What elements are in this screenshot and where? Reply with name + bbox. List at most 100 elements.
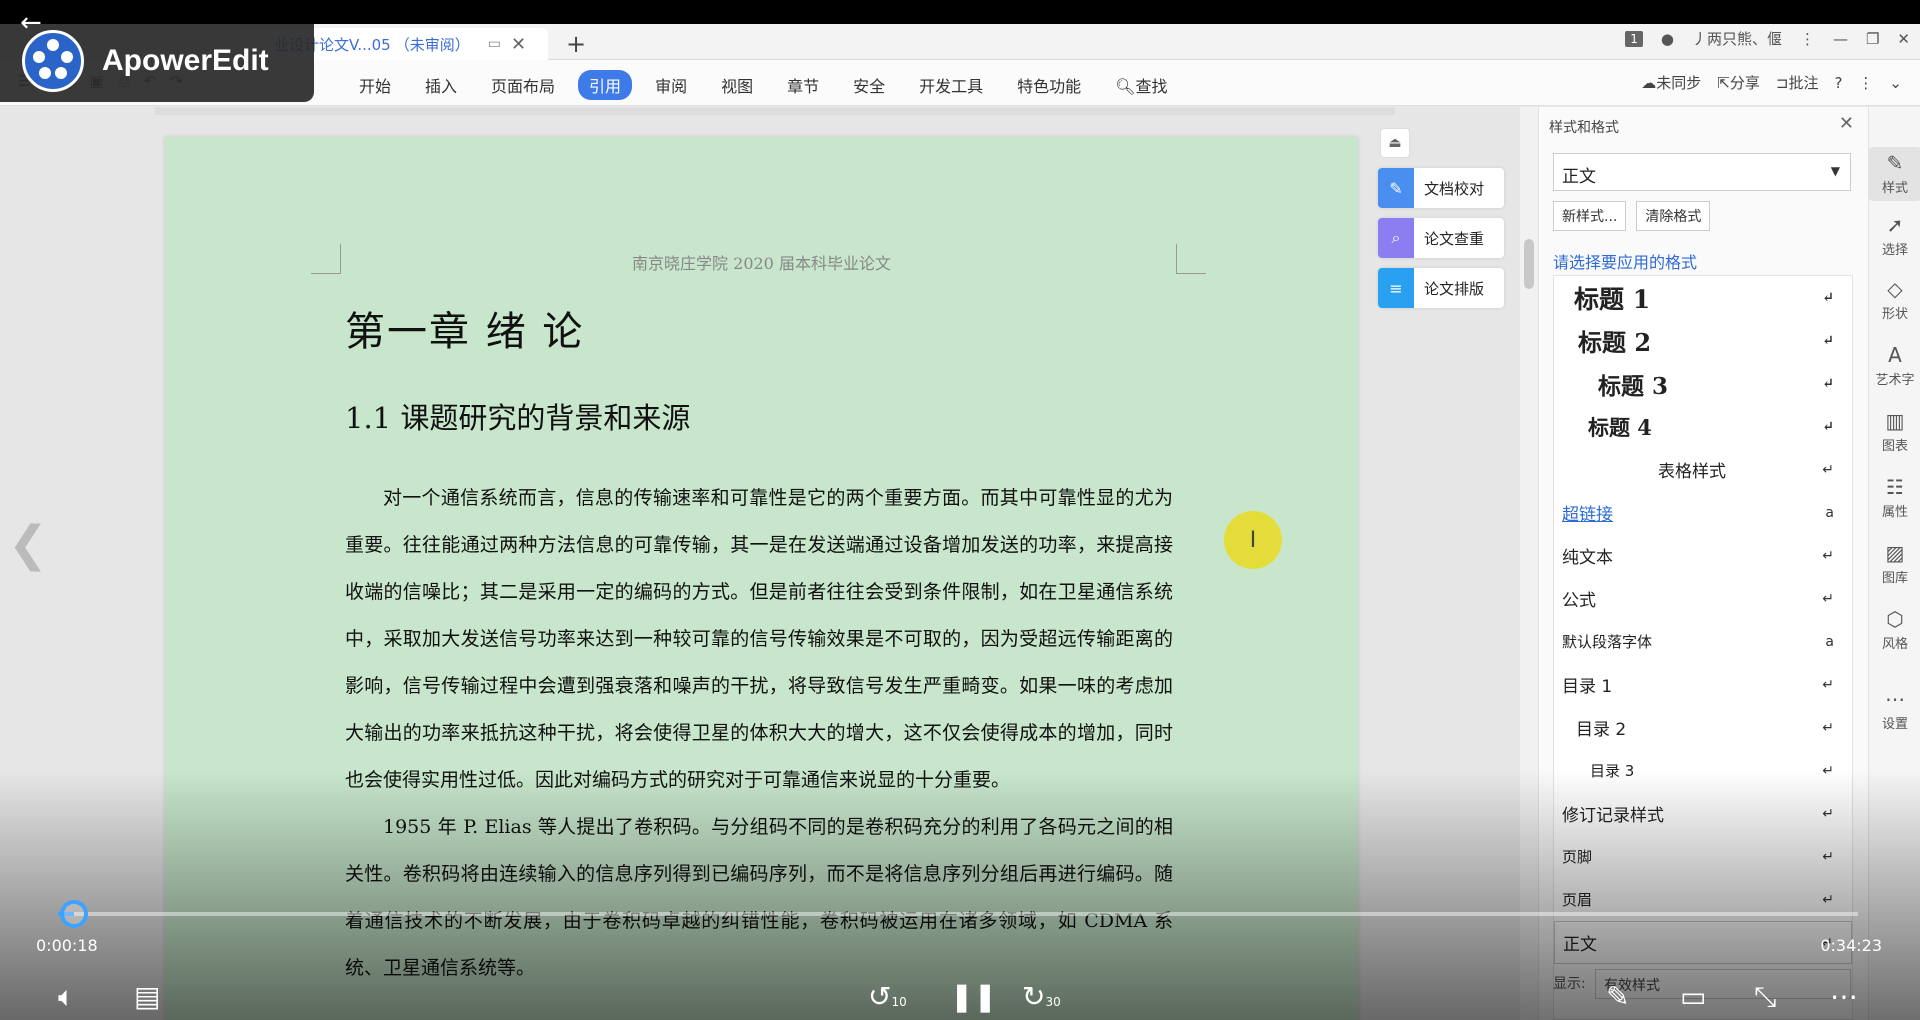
tool-settings[interactable]: ⋯ 设置 — [1869, 687, 1920, 732]
edit-icon[interactable]: ✎ — [1606, 980, 1629, 1013]
restore-icon[interactable]: ❐ — [1866, 30, 1879, 48]
menu-layout[interactable]: 页面布局 — [480, 70, 566, 100]
close-window-icon[interactable]: ✕ — [1897, 30, 1910, 48]
tool-style-theme[interactable]: ⬡ 风格 — [1869, 607, 1920, 652]
menu-insert[interactable]: 插入 — [414, 70, 468, 100]
style-footer[interactable]: 页脚 ↵ — [1554, 835, 1852, 878]
style-label: 页眉 — [1562, 891, 1593, 909]
style-heading-3[interactable]: 标题 3 ↵ — [1554, 362, 1852, 405]
current-style-select[interactable]: 正文 ▼ — [1553, 153, 1851, 191]
document-scrollbar[interactable] — [1520, 107, 1538, 1020]
chart-icon: ▥ — [1885, 409, 1905, 433]
style-toc-3[interactable]: 目录 3 ↵ — [1554, 749, 1852, 792]
style-normal[interactable]: 正文 ↵ — [1554, 921, 1852, 964]
menu-review[interactable]: 审阅 — [644, 70, 698, 100]
new-tab-button[interactable]: + — [566, 30, 586, 58]
back-arrow-icon[interactable]: ← — [20, 8, 42, 38]
clear-format-button[interactable]: 清除格式 — [1636, 201, 1711, 231]
style-plain-text[interactable]: 纯文本 ↵ — [1554, 534, 1852, 577]
style-label: 默认段落字体 — [1562, 633, 1653, 651]
avatar[interactable]: ● — [1661, 30, 1674, 48]
style-formula[interactable]: 公式 ↵ — [1554, 577, 1852, 620]
menu-security[interactable]: 安全 — [842, 70, 896, 100]
volume-icon[interactable]: 🔈︎ — [58, 980, 75, 1014]
more-options-icon[interactable]: ⋯ — [1830, 980, 1858, 1013]
style-label: 公式 — [1562, 591, 1596, 611]
style-table[interactable]: 表格样式 ↵ — [1554, 448, 1852, 491]
share-button[interactable]: ⇱分享 — [1717, 72, 1760, 93]
find-label: 查找 — [1135, 77, 1168, 96]
tool-gallery[interactable]: ▨ 图库 — [1869, 541, 1920, 586]
tool-select[interactable]: ➚ 选择 — [1869, 213, 1920, 258]
menu-home[interactable]: 开始 — [348, 70, 402, 100]
menu-view[interactable]: 视图 — [710, 70, 764, 100]
menu-developer[interactable]: 开发工具 — [908, 70, 994, 100]
window-badge[interactable]: 1 — [1625, 30, 1643, 47]
paragraph: 1955 年 P. Elias 等人提出了卷积码。与分组码不同的是卷积码充分的利… — [345, 816, 1173, 979]
tool-shape[interactable]: ◇ 形状 — [1869, 277, 1920, 322]
window-controls: 1 ● 丿两只熊、偃 ⋮ — ❐ ✕ — [1625, 28, 1910, 49]
tool-label: 图表 — [1881, 439, 1908, 454]
tool-chart[interactable]: ▥ 图表 — [1869, 409, 1920, 454]
close-tab-icon[interactable]: ✕ — [511, 34, 526, 55]
tool-wordart[interactable]: A 艺术字 — [1869, 343, 1920, 388]
forward-button[interactable]: ↻30 — [1022, 980, 1061, 1013]
sync-button[interactable]: ☁未同步 — [1641, 72, 1701, 93]
more-dots-icon[interactable]: ⋮ — [1800, 30, 1815, 48]
menu-references[interactable]: 引用 — [578, 70, 633, 100]
forward-seconds: 30 — [1045, 995, 1061, 1009]
style-toc-1[interactable]: 目录 1 ↵ — [1554, 663, 1852, 706]
pause-icon[interactable]: ❚❚ — [950, 980, 997, 1013]
style-heading-4[interactable]: 标题 4 ↵ — [1554, 405, 1852, 448]
help-icon[interactable]: ? — [1834, 74, 1842, 92]
tool-label: 样式 — [1881, 181, 1908, 196]
user-name[interactable]: 丿两只熊、偃 — [1692, 28, 1782, 49]
typeset-button[interactable]: ≡ 论文排版 — [1378, 268, 1504, 308]
char-style-icon: a — [1825, 633, 1834, 650]
style-revision[interactable]: 修订记录样式 ↵ — [1554, 792, 1852, 835]
style-label: 超链接 — [1562, 505, 1613, 525]
previous-arrow-icon[interactable]: ❮ — [8, 516, 48, 572]
plagiarism-label: 论文查重 — [1424, 229, 1485, 248]
more-icon[interactable]: ⋮ — [1858, 74, 1873, 92]
menu-section[interactable]: 章节 — [776, 70, 830, 100]
style-label: 目录 3 — [1590, 762, 1635, 780]
pin-icon[interactable]: ▭ — [488, 36, 501, 52]
tool-styles[interactable]: ✎ 样式 — [1869, 147, 1920, 201]
panel-title[interactable]: 样式和格式 — [1549, 117, 1619, 137]
title-bar — [0, 0, 1920, 24]
wordart-icon: A — [1888, 343, 1902, 367]
mouse-cursor-highlight: I — [1224, 511, 1282, 569]
exit-fullscreen-icon[interactable]: ⤡ — [1754, 980, 1776, 1014]
close-panel-icon[interactable]: ✕ — [1839, 113, 1854, 134]
tool-properties[interactable]: ☷ 属性 — [1869, 475, 1920, 520]
collapse-tools-icon[interactable]: ⏏ — [1380, 128, 1410, 158]
collapse-ribbon-icon[interactable]: ⌄ — [1889, 74, 1902, 92]
progress-bar[interactable] — [58, 912, 1858, 916]
menu-features[interactable]: 特色功能 — [1006, 70, 1092, 100]
minimize-icon[interactable]: — — [1833, 30, 1848, 48]
proofread-button[interactable]: ✎ 文档校对 — [1378, 168, 1504, 208]
comment-button[interactable]: ⊐批注 — [1776, 72, 1819, 93]
new-style-button[interactable]: 新样式... — [1553, 201, 1627, 231]
scroll-thumb[interactable] — [1524, 239, 1534, 289]
show-select[interactable]: 有效样式 — [1595, 969, 1851, 999]
tool-label: 选择 — [1881, 243, 1908, 258]
style-toc-2[interactable]: 目录 2 ↵ — [1554, 706, 1852, 749]
menu-find[interactable]: 🔍︎查找 — [1104, 70, 1178, 100]
search-icon: 🔍︎ — [1115, 77, 1136, 96]
style-heading-1[interactable]: 标题 1 ↵ — [1554, 276, 1852, 319]
captions-icon[interactable]: ▤ — [134, 980, 160, 1013]
style-hyperlink[interactable]: 超链接 a — [1554, 491, 1852, 534]
miniplayer-icon[interactable]: ▭ — [1680, 980, 1706, 1013]
apoweredit-logo — [22, 30, 84, 92]
tool-label: 形状 — [1881, 307, 1908, 322]
style-heading-2[interactable]: 标题 2 ↵ — [1554, 319, 1852, 362]
progress-knob[interactable] — [59, 900, 88, 928]
document-page[interactable]: 南京晓庄学院 2020 届本科毕业论文 第一章 绪 论 1.1 课题研究的背景和… — [165, 137, 1358, 1020]
plagiarism-check-button[interactable]: ⌕ 论文查重 — [1378, 218, 1504, 258]
shape-icon: ◇ — [1887, 277, 1903, 301]
style-default-font[interactable]: 默认段落字体 a — [1554, 620, 1852, 663]
paragraph: 对一个通信系统而言，信息的传输速率和可靠性是它的两个重要方面。而其中可靠性显的尤… — [345, 487, 1173, 791]
rewind-button[interactable]: ↺10 — [868, 980, 907, 1013]
